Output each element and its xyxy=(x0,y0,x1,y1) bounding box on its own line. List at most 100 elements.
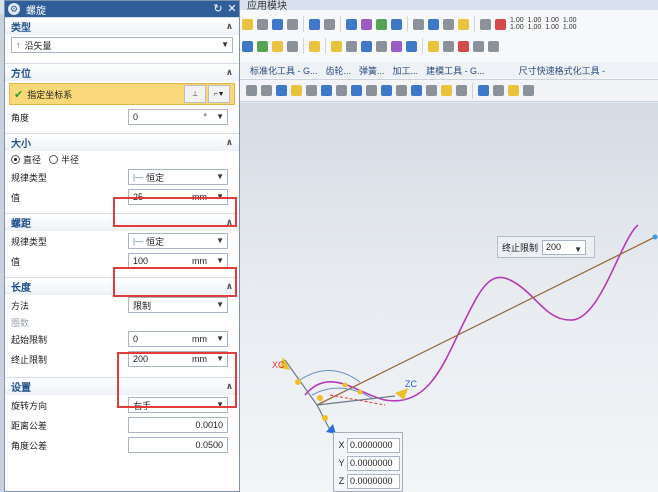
close-icon[interactable]: ✕ xyxy=(225,2,239,16)
group-label[interactable]: 齿轮... xyxy=(326,64,352,77)
chevron-down-icon[interactable]: ▼ xyxy=(216,172,224,181)
angle-field[interactable]: 0 ° ▼ xyxy=(128,109,228,125)
snap-icon[interactable] xyxy=(291,85,302,96)
tool-icon[interactable] xyxy=(272,40,283,52)
end-limit-onscreen-input[interactable]: 终止限制 200 ▼ xyxy=(497,236,595,258)
snap-icon[interactable] xyxy=(351,85,362,96)
tool-icon[interactable] xyxy=(257,40,268,52)
tool-icon[interactable] xyxy=(480,18,491,30)
chevron-down-icon[interactable]: ▼ xyxy=(221,40,229,49)
tool-icon[interactable] xyxy=(287,18,298,30)
angle-tolerance-field[interactable]: 0.0500 xyxy=(128,437,228,453)
section-orientation-header[interactable]: 方位 ∧ xyxy=(5,63,239,81)
group-label[interactable]: 标准化工具 - G... xyxy=(250,64,318,77)
tool-icon[interactable] xyxy=(495,18,506,30)
snap-icon[interactable] xyxy=(381,85,392,96)
csys-dialog-icon[interactable]: ⊥ xyxy=(184,85,206,103)
tool-icon[interactable] xyxy=(391,40,402,52)
reset-icon[interactable]: ↻ xyxy=(211,2,225,16)
snap-icon[interactable] xyxy=(276,85,287,96)
section-pitch-header[interactable]: 螺距 ∧ xyxy=(5,213,239,231)
tool-icon[interactable] xyxy=(443,40,454,52)
tool-icon[interactable] xyxy=(309,40,320,52)
view-icon[interactable] xyxy=(508,85,519,96)
diameter-radio[interactable] xyxy=(11,154,20,164)
tool-icon[interactable] xyxy=(346,18,357,30)
snap-icon[interactable] xyxy=(411,85,422,96)
tool-icon[interactable] xyxy=(428,18,439,30)
type-dropdown[interactable]: ↑ 沿矢量 ▼ xyxy=(11,37,233,53)
format-tool-icon[interactable]: 1.00 1.00 xyxy=(545,17,559,31)
chevron-down-icon[interactable]: ▼ xyxy=(216,334,224,343)
tool-icon[interactable] xyxy=(488,40,499,52)
tool-icon[interactable] xyxy=(242,40,253,52)
tool-icon[interactable] xyxy=(257,18,268,30)
tool-icon[interactable] xyxy=(428,40,439,52)
tool-icon[interactable] xyxy=(272,18,283,30)
snap-icon[interactable] xyxy=(396,85,407,96)
tool-icon[interactable] xyxy=(458,40,469,52)
snap-icon[interactable] xyxy=(321,85,332,96)
view-icon[interactable] xyxy=(523,85,534,96)
format-tool-icon[interactable]: 1.00 1.00 xyxy=(563,17,577,31)
dialog-title-bar[interactable]: ⚙ 螺旋 ↻ ✕ xyxy=(5,1,239,17)
group-label[interactable]: 尺寸快速格式化工具 - xyxy=(519,64,606,77)
collapse-icon[interactable]: ∧ xyxy=(226,381,233,392)
group-label[interactable]: 建模工具 - G... xyxy=(426,64,485,77)
section-length-header[interactable]: 长度 ∧ xyxy=(5,277,239,295)
snap-icon[interactable] xyxy=(246,85,257,96)
snap-icon[interactable] xyxy=(441,85,452,96)
snap-icon[interactable] xyxy=(366,85,377,96)
start-limit-field[interactable]: 0 mm ▼ xyxy=(128,331,228,347)
size-law-dropdown[interactable]: |— 恒定 ▼ xyxy=(128,169,228,185)
snap-icon[interactable] xyxy=(306,85,317,96)
tool-icon[interactable] xyxy=(331,40,342,52)
snap-icon[interactable] xyxy=(336,85,347,96)
coord-z-field[interactable]: 0.0000000 xyxy=(347,473,400,489)
chevron-down-icon[interactable]: ▼ xyxy=(216,400,224,409)
chevron-down-icon[interactable]: ▼ xyxy=(574,243,582,256)
view-icon[interactable] xyxy=(478,85,489,96)
radius-radio[interactable] xyxy=(49,154,59,164)
collapse-icon[interactable]: ∧ xyxy=(226,21,233,32)
tool-icon[interactable] xyxy=(391,18,402,30)
tool-icon[interactable] xyxy=(443,18,454,30)
tool-icon[interactable] xyxy=(361,18,372,30)
pitch-value-field[interactable]: 100 mm ▼ xyxy=(128,253,228,269)
distance-tolerance-field[interactable]: 0.0010 xyxy=(128,417,228,433)
tool-icon[interactable] xyxy=(361,40,372,52)
method-dropdown[interactable]: 限制 ▼ xyxy=(128,297,228,313)
specify-csys-row[interactable]: ✔ 指定坐标系 ⊥ ⌐▼ xyxy=(9,83,235,105)
group-label[interactable]: 加工... xyxy=(393,64,419,77)
chevron-down-icon[interactable]: ▼ xyxy=(216,256,224,265)
collapse-icon[interactable]: ∧ xyxy=(226,67,233,78)
chevron-down-icon[interactable]: ▼ xyxy=(216,192,224,201)
format-tool-icon[interactable]: 1.00 1.00 xyxy=(528,17,542,31)
section-size-header[interactable]: 大小 ∧ xyxy=(5,133,239,151)
section-settings-header[interactable]: 设置 ∧ xyxy=(5,377,239,395)
tool-icon[interactable] xyxy=(346,40,357,52)
collapse-icon[interactable]: ∧ xyxy=(226,137,233,148)
csys-dropdown-icon[interactable]: ⌐▼ xyxy=(208,85,230,103)
chevron-down-icon[interactable]: ▼ xyxy=(216,112,224,121)
format-tool-icon[interactable]: 1.00 1.00 xyxy=(510,17,524,31)
size-value-field[interactable]: 25 mm ▼ xyxy=(128,189,228,205)
tool-icon[interactable] xyxy=(376,40,387,52)
chevron-down-icon[interactable]: ▼ xyxy=(216,354,224,363)
graphics-viewport[interactable] xyxy=(240,103,658,492)
section-type-header[interactable]: 类型 ∧ xyxy=(5,17,239,35)
tool-icon[interactable] xyxy=(324,18,335,30)
pitch-law-dropdown[interactable]: |— 恒定 ▼ xyxy=(128,233,228,249)
end-limit-field[interactable]: 200 mm ▼ xyxy=(128,351,228,367)
end-limit-pop-field[interactable]: 200 ▼ xyxy=(542,239,587,256)
coord-y-field[interactable]: 0.0000000 xyxy=(347,455,400,471)
tool-icon[interactable] xyxy=(406,40,417,52)
rotation-dropdown[interactable]: 右手 ▼ xyxy=(128,397,228,413)
snap-icon[interactable] xyxy=(426,85,437,96)
collapse-icon[interactable]: ∧ xyxy=(226,217,233,228)
collapse-icon[interactable]: ∧ xyxy=(226,281,233,292)
view-icon[interactable] xyxy=(493,85,504,96)
tool-icon[interactable] xyxy=(309,18,320,30)
tool-icon[interactable] xyxy=(458,18,469,30)
triangle-tool-icon[interactable] xyxy=(413,18,424,30)
